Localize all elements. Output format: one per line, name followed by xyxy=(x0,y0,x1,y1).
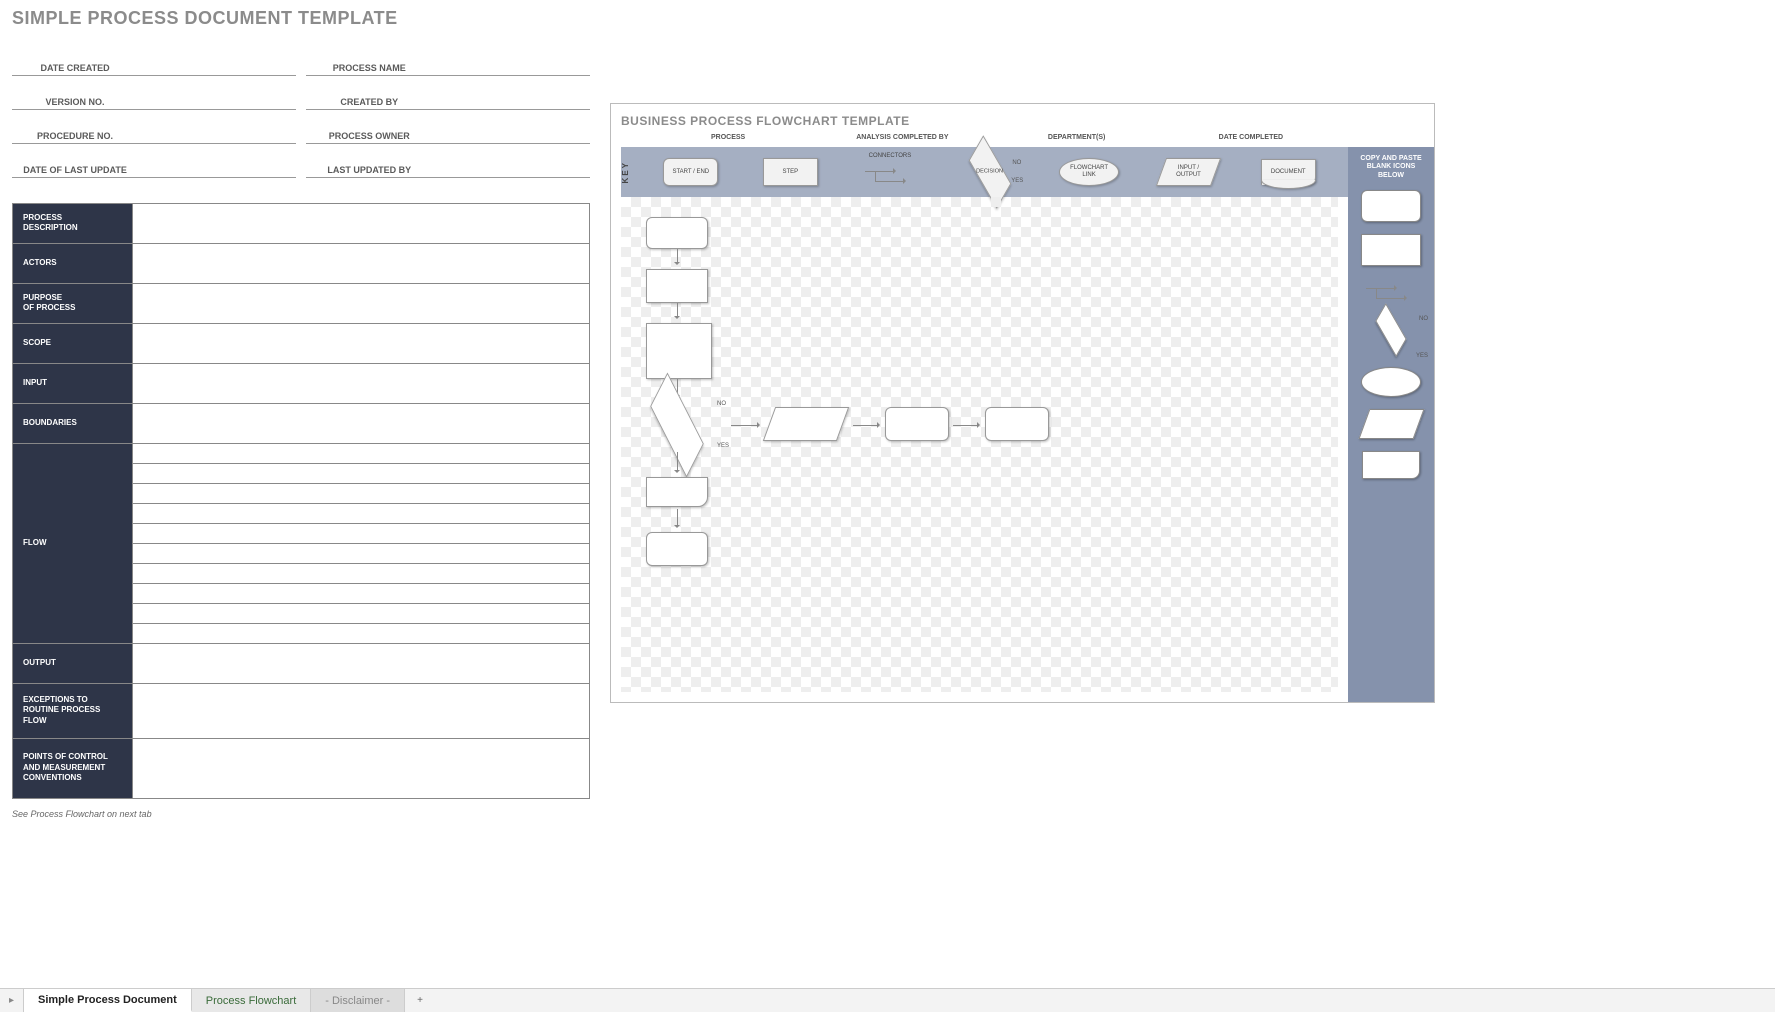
tab-simple-process[interactable]: Simple Process Document xyxy=(24,989,192,1012)
canvas-yes: YES xyxy=(717,443,729,449)
tab-process-flowchart[interactable]: Process Flowchart xyxy=(192,989,311,1012)
meta-last-update: DATE OF LAST UPDATE xyxy=(12,143,138,177)
shapes-palette: COPY AND PASTE BLANK ICONS BELOW NO YES xyxy=(1348,147,1434,702)
key-yes-label: YES xyxy=(1011,178,1023,184)
key-startend-shape[interactable]: START / END xyxy=(663,158,718,186)
footnote: See Process Flowchart on next tab xyxy=(12,809,590,819)
metadata-table: DATE CREATED PROCESS NAME VERSION NO. CREA… xyxy=(12,41,590,178)
row-exceptions: EXCEPTIONS TO ROUTINE PROCESS FLOW xyxy=(13,683,133,738)
hdr-date: DATE COMPLETED xyxy=(1164,134,1338,141)
arrow-icon xyxy=(677,509,678,527)
row-scope: SCOPE xyxy=(13,323,133,363)
arrow-icon xyxy=(677,452,678,472)
row-output: OUTPUT xyxy=(13,643,133,683)
flowchart-box: BUSINESS PROCESS FLOWCHART TEMPLATE PROC… xyxy=(610,103,1435,703)
row-actors: ACTORS xyxy=(13,243,133,283)
key-label: KEY xyxy=(621,161,641,183)
palette-para[interactable] xyxy=(1358,409,1424,439)
key-io-shape[interactable]: INPUT / OUTPUT xyxy=(1156,158,1221,186)
key-connectors-icon[interactable] xyxy=(865,161,915,191)
canvas-round2[interactable] xyxy=(985,407,1049,441)
meta-date-created: DATE CREATED xyxy=(12,41,138,75)
canvas-round1[interactable] xyxy=(885,407,949,441)
meta-created-by: CREATED BY xyxy=(306,75,432,109)
key-step-shape[interactable]: STEP xyxy=(763,158,818,186)
palette-doc[interactable] xyxy=(1362,451,1420,479)
key-document-shape[interactable]: DOCUMENT xyxy=(1261,159,1316,185)
row-flow: FLOW xyxy=(13,443,133,643)
canvas-no: NO xyxy=(717,401,726,407)
arrow-icon xyxy=(677,303,678,318)
meta-process-owner: PROCESS OWNER xyxy=(306,109,432,143)
palette-step[interactable] xyxy=(1361,234,1421,266)
meta-version: VERSION NO. xyxy=(12,75,138,109)
key-link-shape[interactable]: FLOWCHART LINK xyxy=(1059,158,1119,186)
arrow-icon xyxy=(853,425,879,426)
key-connectors-label: CONNECTORS xyxy=(869,153,912,159)
key-bar: KEY START / END STEP CONNECTORS NO DECIS… xyxy=(621,147,1424,197)
hdr-analysis: ANALYSIS COMPLETED BY xyxy=(815,134,989,141)
flowchart-canvas[interactable]: NO YES xyxy=(621,197,1338,692)
meta-process-name: PROCESS NAME xyxy=(306,41,432,75)
sheet-tabs: ▸ Simple Process Document Process Flowch… xyxy=(0,988,1775,1012)
palette-startend[interactable] xyxy=(1361,190,1421,222)
row-process-desc: PROCESS DESCRIPTION xyxy=(13,203,133,243)
flowchart-headers: PROCESS ANALYSIS COMPLETED BY DEPARTMENT… xyxy=(621,134,1424,141)
key-no-label: NO xyxy=(1012,160,1021,166)
canvas-step2[interactable] xyxy=(646,323,712,379)
palette-ellipse[interactable] xyxy=(1361,367,1421,397)
tab-add-button[interactable]: + xyxy=(405,989,435,1012)
canvas-para[interactable] xyxy=(763,407,849,441)
meta-procedure: PROCEDURE NO. xyxy=(12,109,138,143)
hdr-process: PROCESS xyxy=(641,134,815,141)
palette-decision[interactable] xyxy=(1375,303,1406,357)
row-points: POINTS OF CONTROL AND MEASUREMENT CONVEN… xyxy=(13,738,133,798)
hdr-dept: DEPARTMENT(S) xyxy=(990,134,1164,141)
palette-connectors[interactable] xyxy=(1352,278,1430,308)
meta-updated-by: LAST UPDATED BY xyxy=(306,143,432,177)
arrow-icon xyxy=(677,249,678,264)
tab-nav-icon[interactable]: ▸ xyxy=(0,989,24,1012)
canvas-startend[interactable] xyxy=(646,217,708,249)
arrow-icon xyxy=(953,425,979,426)
row-boundaries: BOUNDARIES xyxy=(13,403,133,443)
canvas-end[interactable] xyxy=(646,532,708,566)
row-input: INPUT xyxy=(13,363,133,403)
process-details-table: PROCESS DESCRIPTION ACTORS PURPOSE OF PR… xyxy=(12,203,590,799)
doc-title: SIMPLE PROCESS DOCUMENT TEMPLATE xyxy=(12,8,590,29)
tab-disclaimer[interactable]: - Disclaimer - xyxy=(311,989,405,1012)
arrow-icon xyxy=(731,425,759,426)
process-document-panel: SIMPLE PROCESS DOCUMENT TEMPLATE DATE CR… xyxy=(12,8,590,819)
canvas-doc[interactable] xyxy=(646,477,708,507)
canvas-step1[interactable] xyxy=(646,269,708,303)
row-purpose: PURPOSE OF PROCESS xyxy=(13,283,133,323)
flowchart-title: BUSINESS PROCESS FLOWCHART TEMPLATE xyxy=(621,114,1424,128)
palette-title: COPY AND PASTE BLANK ICONS BELOW xyxy=(1352,155,1430,180)
flowchart-panel: BUSINESS PROCESS FLOWCHART TEMPLATE PROC… xyxy=(610,8,1763,819)
